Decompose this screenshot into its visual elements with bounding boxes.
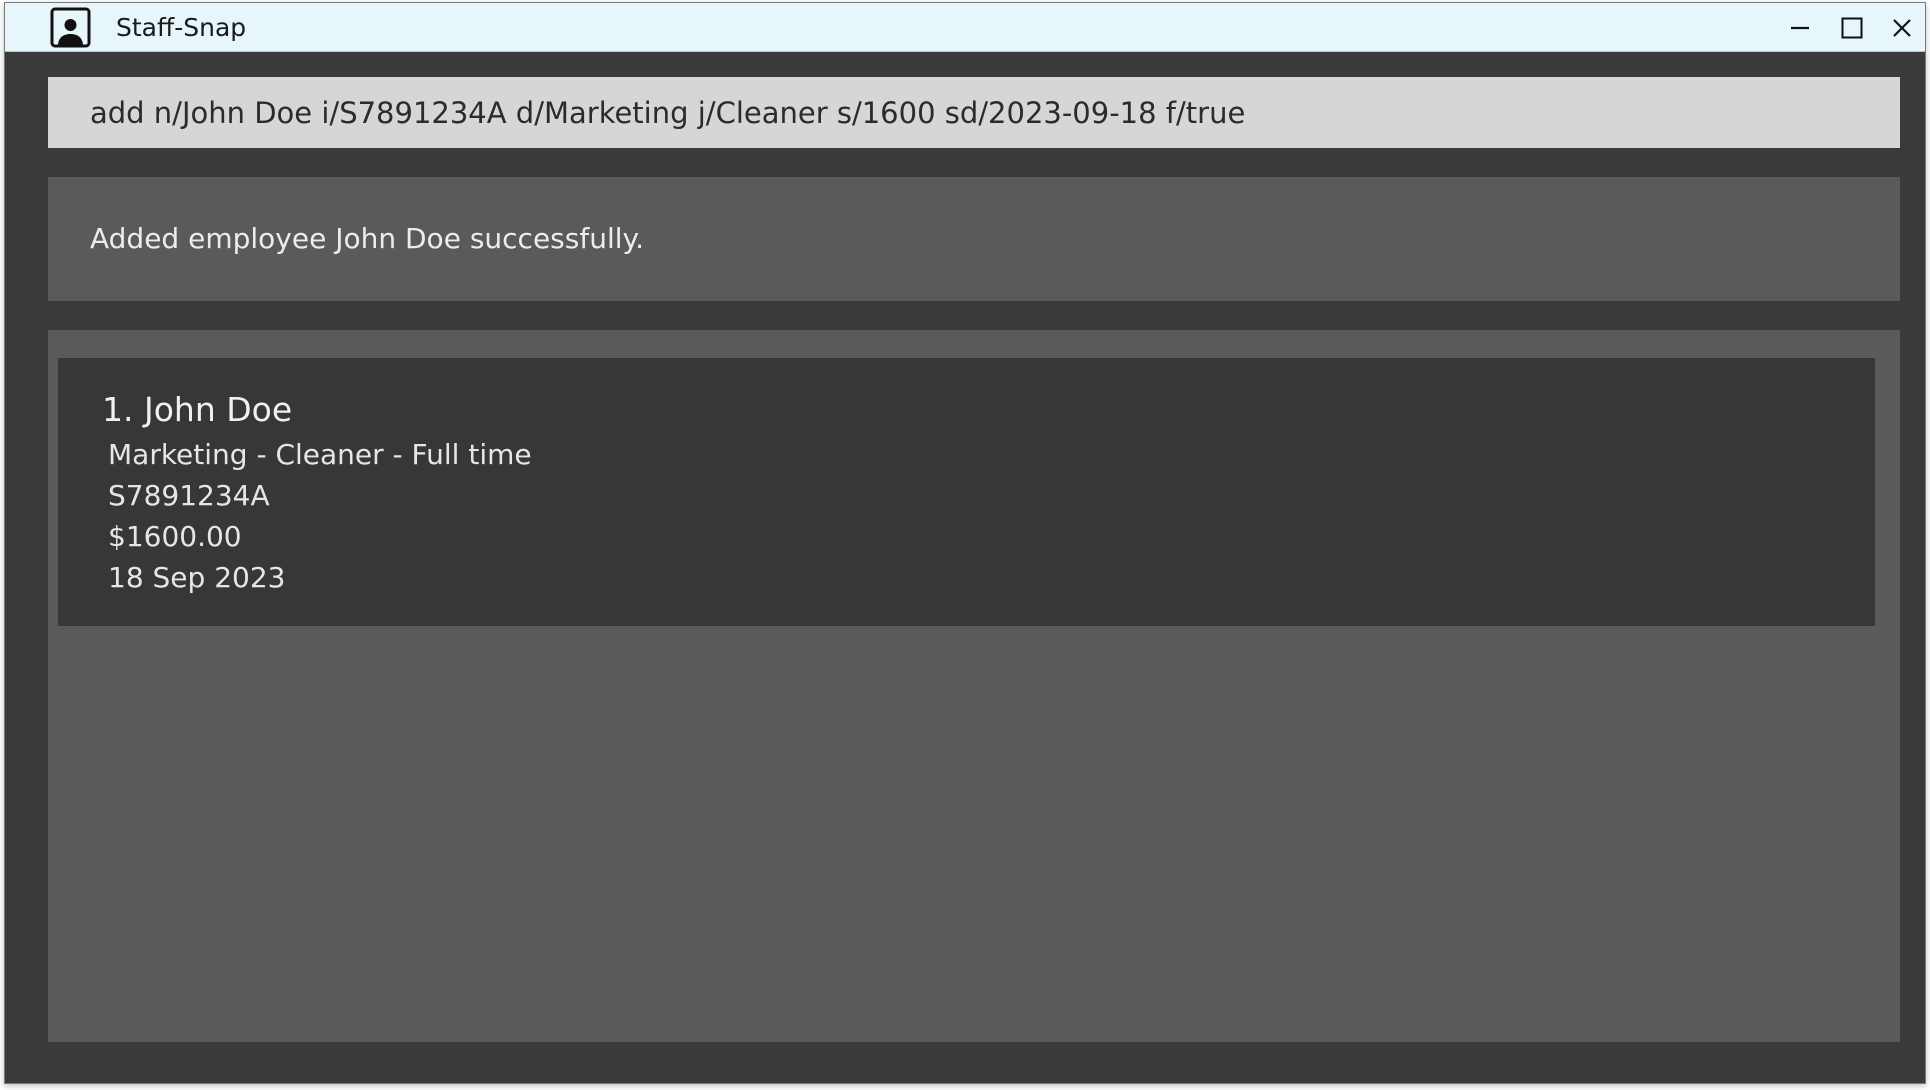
minimize-button[interactable] [1775, 3, 1825, 52]
result-message: Added employee John Doe successfully. [90, 222, 644, 255]
maximize-icon [1841, 17, 1863, 38]
employee-name: 1. John Doe [102, 390, 293, 429]
maximize-button[interactable] [1827, 3, 1877, 52]
window-title: Staff-Snap [116, 13, 247, 42]
employee-start-date: 18 Sep 2023 [108, 561, 286, 594]
command-box [48, 77, 1900, 148]
employee-summary: Marketing - Cleaner - Full time [108, 438, 532, 471]
employee-salary: $1600.00 [108, 520, 242, 553]
close-icon [1893, 18, 1911, 37]
command-input[interactable] [48, 77, 1900, 148]
app-window: Staff-Snap Added employee John Doe succe… [4, 2, 1926, 1084]
staff-person-icon [50, 7, 91, 48]
close-button[interactable] [1877, 3, 1925, 52]
title-bar[interactable]: Staff-Snap [5, 3, 1925, 52]
employee-list[interactable]: 1. John Doe Marketing - Cleaner - Full t… [48, 330, 1900, 1042]
result-display: Added employee John Doe successfully. [48, 177, 1900, 301]
minimize-icon [1791, 26, 1809, 29]
employee-id: S7891234A [108, 479, 270, 512]
employee-card[interactable]: 1. John Doe Marketing - Cleaner - Full t… [58, 358, 1875, 626]
